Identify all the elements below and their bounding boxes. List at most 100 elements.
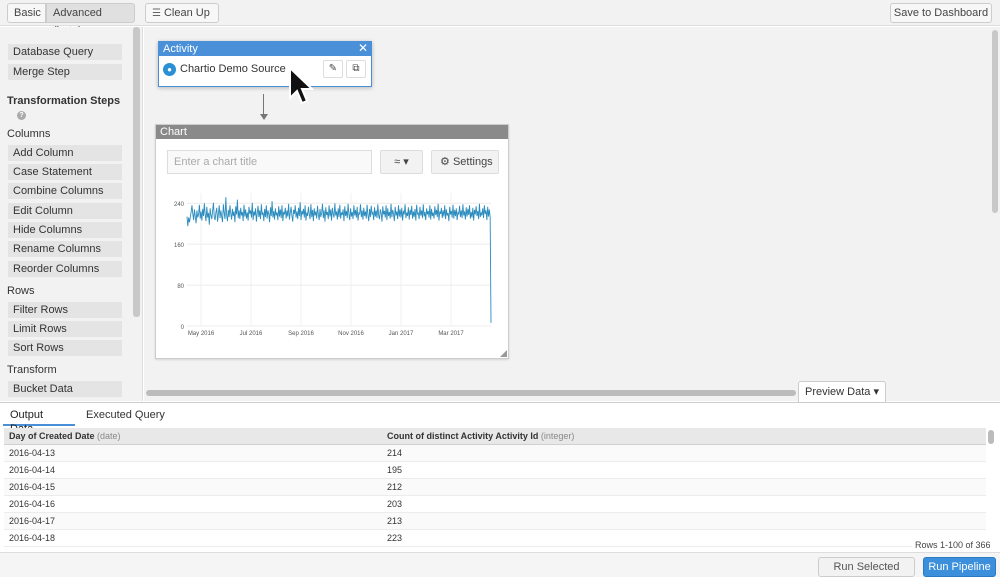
cell-date: 2016-04-14 <box>9 465 56 475</box>
x-tick-label: Nov 2016 <box>338 331 364 337</box>
palette-item-limit-rows[interactable]: Limit Rows <box>8 321 122 337</box>
mouse-pointer-icon <box>289 66 314 105</box>
edit-icon[interactable]: ✎ <box>323 60 343 78</box>
palette-item-rename-columns[interactable]: Rename Columns <box>8 241 122 257</box>
gear-icon: ⚙ <box>440 156 450 168</box>
chart-settings-button[interactable]: ⚙ Settings <box>431 150 499 174</box>
chart-node[interactable]: Chart ≈ ▾ ⚙ Settings 0 80 160 240 May 2016 Ju… <box>155 124 509 359</box>
x-tick-label: Sep 2016 <box>288 331 314 337</box>
preview-data-label: Preview Data <box>804 386 871 398</box>
column-name: Day of Created Date <box>9 431 95 441</box>
y-tick-label: 160 <box>174 243 185 249</box>
column-header-count[interactable]: Count of distinct Activity Activity Id (… <box>387 428 574 445</box>
close-icon[interactable]: ✕ <box>358 42 368 55</box>
footer-bar: Run Selected Node Run Pipeline <box>0 552 1000 577</box>
copy-icon[interactable]: ⧉ <box>346 60 366 78</box>
help-icon[interactable]: ? <box>17 111 26 120</box>
cell-date: 2016-04-16 <box>9 499 56 509</box>
chart-node-title: Chart <box>160 126 187 138</box>
mode-basic-button[interactable]: Basic <box>7 3 46 23</box>
caret-down-icon: ▾ <box>873 386 879 398</box>
palette-item-sort-rows[interactable]: Sort Rows <box>8 340 122 356</box>
cell-count: 203 <box>387 499 403 509</box>
x-tick-label: May 2016 <box>188 331 215 337</box>
y-tick-label: 0 <box>181 325 185 331</box>
palette-scrollbar[interactable] <box>133 27 140 317</box>
line-chart: 0 80 160 240 May 2016 Jul 2016 Sep 2016 Nov 201… <box>174 193 492 337</box>
transformation-steps-heading: Transformation Steps <box>7 95 121 107</box>
cell-date: 2016-04-17 <box>9 516 56 526</box>
column-type: (date) <box>97 431 121 441</box>
cell-date: 2016-04-15 <box>9 482 56 492</box>
rows-heading: Rows <box>7 285 35 297</box>
palette-item-case-statement[interactable]: Case Statement <box>8 164 122 180</box>
save-to-dashboard-button[interactable]: Save to Dashboard <box>890 3 992 23</box>
table-row[interactable]: 2016-04-16 203 <box>4 496 986 513</box>
table-scrollbar[interactable] <box>988 430 994 444</box>
cell-count: 223 <box>387 533 403 543</box>
x-tick-label: Jul 2016 <box>240 331 263 337</box>
cleanup-button[interactable]: ☰ Clean Up <box>145 3 219 23</box>
palette-item-edit-column[interactable]: Edit Column <box>8 203 122 219</box>
cleanup-label: Clean Up <box>163 7 210 19</box>
palette-item-bucket-data[interactable]: Bucket Data <box>8 381 122 397</box>
run-selected-node-button[interactable]: Run Selected Node <box>818 557 915 577</box>
chevron-down-icon: ▾ <box>403 156 409 168</box>
preview-data-toggle[interactable]: Preview Data ▾ <box>798 381 886 402</box>
column-name: Count of distinct Activity Activity Id <box>387 431 539 441</box>
tab-executed-query[interactable]: Executed Query <box>79 408 172 426</box>
column-type: (integer) <box>540 431 575 441</box>
connector-arrow-icon <box>260 114 268 120</box>
y-tick-label: 80 <box>177 284 184 290</box>
cell-count: 214 <box>387 448 403 458</box>
table-body: 2016-04-13 214 2016-04-14 195 2016-04-15 212 2… <box>4 445 986 547</box>
y-tick-label: 240 <box>174 202 185 208</box>
table-row[interactable]: 2016-04-13 214 <box>4 445 986 462</box>
canvas-horizontal-scrollbar[interactable] <box>146 390 796 396</box>
cell-count: 195 <box>387 465 403 475</box>
run-pipeline-button[interactable]: Run Pipeline <box>923 557 996 577</box>
table-row[interactable]: 2016-04-15 212 <box>4 479 986 496</box>
table-row[interactable]: 2016-04-18 223 <box>4 530 986 547</box>
palette-item-merge-step[interactable]: Merge Step <box>8 64 122 80</box>
chart-type-dropdown[interactable]: ≈ ▾ <box>380 150 423 174</box>
palette-item-combine-columns[interactable]: Combine Columns <box>8 183 122 199</box>
columns-heading: Columns <box>7 128 51 140</box>
table-header: Day of Created Date (date) Count of dist… <box>4 428 986 445</box>
output-table: Day of Created Date (date) Count of dist… <box>4 428 986 547</box>
rows-count: Rows 1-100 of 366 <box>912 540 994 550</box>
cell-count: 212 <box>387 482 403 492</box>
chart-node-header[interactable]: Chart <box>156 125 508 139</box>
palette-item-reorder-columns[interactable]: Reorder Columns <box>8 261 122 277</box>
chart-title-input[interactable] <box>167 150 372 174</box>
datasource-icon: ● <box>163 63 176 76</box>
settings-label: Settings <box>452 156 493 168</box>
activity-node-title: Activity <box>163 43 198 55</box>
cell-date: 2016-04-13 <box>9 448 56 458</box>
table-row[interactable]: 2016-04-17 213 <box>4 513 986 530</box>
palette-item-filter-rows[interactable]: Filter Rows <box>8 302 122 318</box>
table-row[interactable]: 2016-04-14 195 <box>4 462 986 479</box>
activity-node-header[interactable]: Activity ✕ <box>159 42 371 56</box>
step-palette: Database Query Merge Step Transformation… <box>0 27 143 401</box>
resize-handle-icon[interactable] <box>500 350 507 357</box>
transform-heading: Transform <box>7 364 57 376</box>
palette-item-add-column[interactable]: Add Column <box>8 145 122 161</box>
palette-item-database-query[interactable]: Database Query <box>8 44 122 60</box>
datasource-label: Chartio Demo Source <box>180 63 286 75</box>
canvas-vertical-scrollbar[interactable] <box>992 30 998 213</box>
output-panel: Output Data Executed Query Day of Create… <box>0 402 1000 577</box>
mode-advanced-button[interactable]: Advanced (beta) <box>46 3 135 37</box>
cell-count: 213 <box>387 516 403 526</box>
series-line <box>186 197 492 323</box>
tab-output-data[interactable]: Output Data <box>3 408 75 435</box>
top-toolbar: Basic Advanced (beta) ☰Clean Up Save to … <box>0 0 1000 37</box>
x-tick-label: Jan 2017 <box>389 331 414 337</box>
line-chart-icon: ≈ <box>394 156 401 168</box>
x-tick-label: Mar 2017 <box>438 331 464 337</box>
cell-date: 2016-04-18 <box>9 533 56 543</box>
activity-node[interactable]: Activity ✕ ● Chartio Demo Source ✎ ⧉ <box>158 41 372 87</box>
column-header-date[interactable]: Day of Created Date (date) <box>9 428 121 445</box>
palette-item-hide-columns[interactable]: Hide Columns <box>8 222 122 238</box>
hierarchy-icon: ☰ <box>152 8 161 19</box>
